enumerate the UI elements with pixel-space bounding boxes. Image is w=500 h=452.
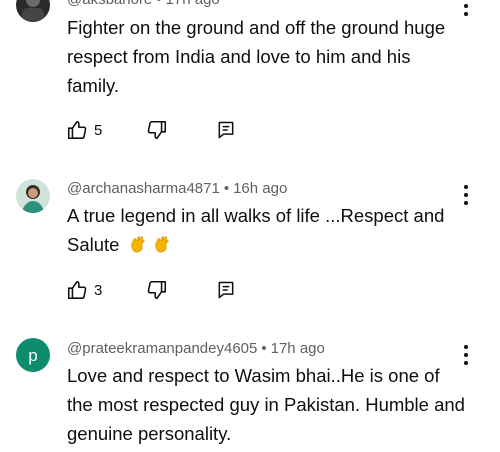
like-count: 3	[94, 281, 103, 299]
comment-text: Love and respect to Wasim bhai..He is on…	[67, 365, 465, 444]
clapping-hands-icon	[129, 233, 149, 253]
avatar[interactable]: p	[16, 338, 50, 372]
like-count: 5	[94, 121, 103, 139]
thumbs-down-icon	[146, 119, 168, 141]
comment-actions: 5	[66, 118, 326, 142]
separator: •	[156, 0, 161, 8]
thumbs-up-icon	[66, 119, 88, 141]
comment-meta: @prateekramanpandey4605 • 17h ago	[67, 340, 325, 357]
comment-author[interactable]: @prateekramanpandey4605	[67, 340, 257, 357]
like-button[interactable]: 3	[66, 278, 102, 302]
comment-time[interactable]: 17h ago	[271, 340, 325, 357]
comment-meta: @aksbahore • 17h ago	[67, 0, 220, 8]
comment-text: Fighter on the ground and off the ground…	[67, 17, 446, 96]
avatar[interactable]	[16, 0, 50, 22]
reply-icon	[216, 120, 236, 140]
avatar[interactable]	[16, 179, 50, 213]
dislike-button[interactable]	[146, 118, 168, 142]
comment-text-content: A true legend in all walks of life ...Re…	[67, 205, 445, 255]
reply-icon	[216, 280, 236, 300]
like-button[interactable]: 5	[66, 118, 102, 142]
reply-button[interactable]	[216, 278, 236, 302]
avatar-letter: p	[28, 346, 37, 365]
comment-time[interactable]: 17h ago	[166, 0, 220, 8]
separator: •	[223, 180, 230, 197]
comment-time[interactable]: 16h ago	[233, 180, 287, 197]
thumbs-down-icon	[146, 279, 168, 301]
comment-meta: @archanasharma4871 • 16h ago	[67, 180, 287, 197]
thumbs-up-icon	[66, 279, 88, 301]
separator: •	[261, 340, 267, 357]
comment-actions: 3	[66, 278, 326, 302]
reply-button[interactable]	[216, 118, 236, 142]
comment-author[interactable]: @archanasharma4871	[67, 180, 220, 197]
comment-author[interactable]: @aksbahore	[67, 0, 152, 8]
clapping-hands-icon	[153, 233, 173, 253]
comment-text: A true legend in all walks of life ...Re…	[67, 201, 467, 259]
dislike-button[interactable]	[146, 278, 168, 302]
